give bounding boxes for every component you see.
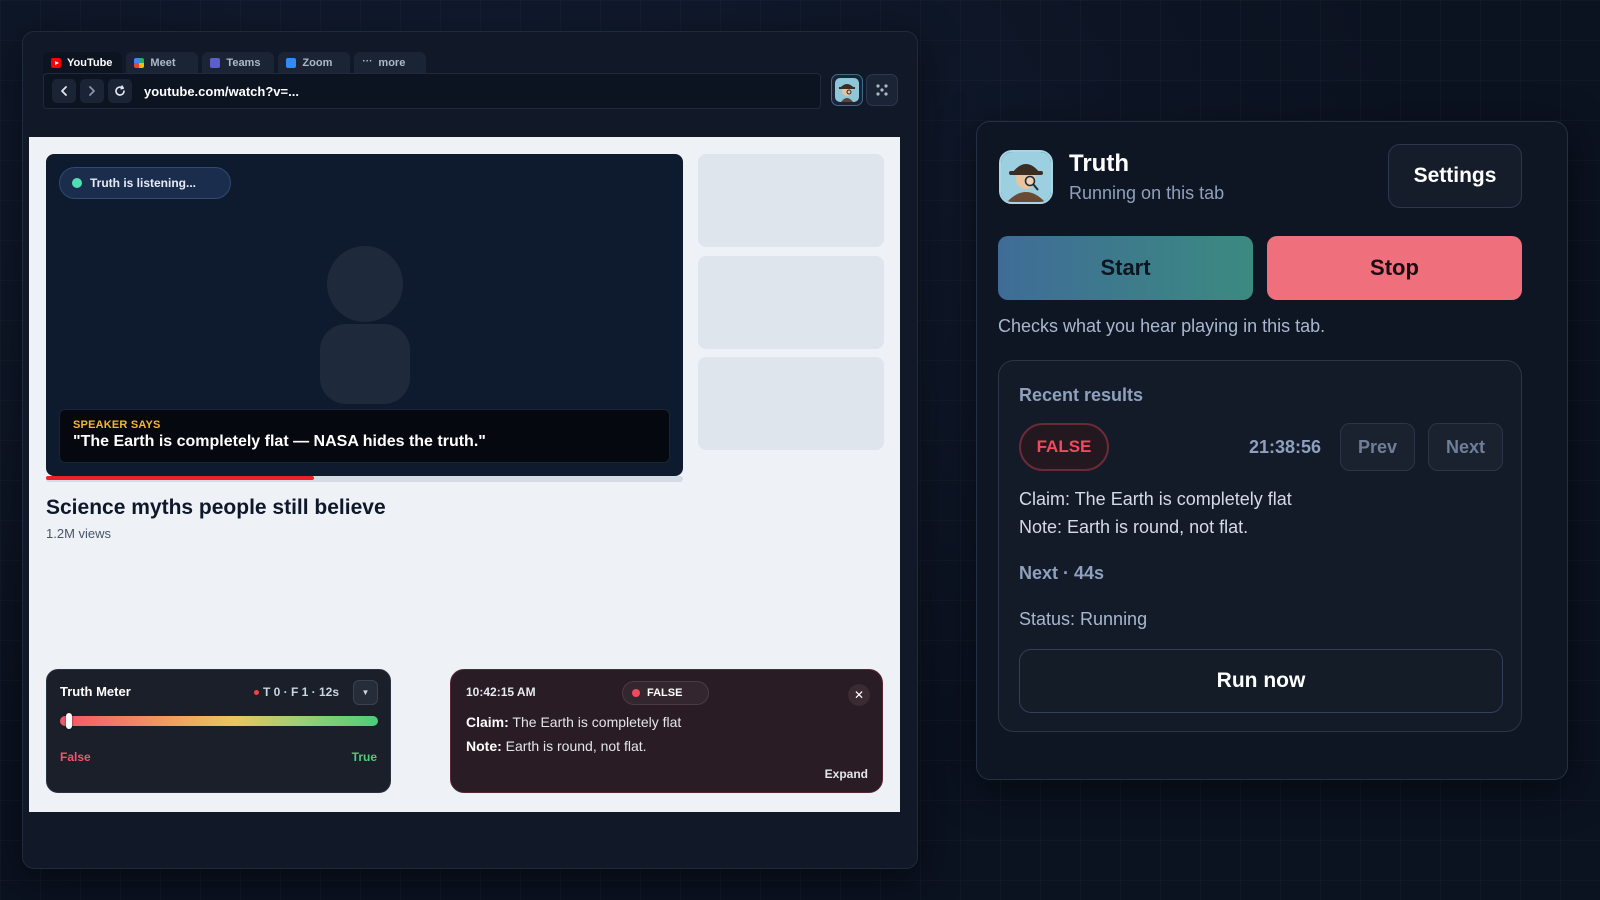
recent-results-card: Recent results FALSE 21:38:56 Prev Next … [998, 360, 1522, 732]
video-views: 1.2M views [46, 526, 112, 541]
meter-true-label: True [351, 750, 377, 764]
note-label: Note: [466, 738, 502, 754]
truth-meter: Truth Meter T 0 · F 1 · 12s ▼ False True [46, 669, 391, 793]
detective-avatar-art [1001, 152, 1051, 202]
truth-meter-gradient [60, 716, 378, 726]
caption-label: SPEAKER SAYS [73, 419, 161, 431]
forward-arrow-icon [89, 86, 95, 96]
listening-pill: Truth is listening... [59, 167, 231, 199]
result-note: Note: Earth is round, not flat. [1019, 517, 1249, 537]
claim-text: The Earth is completely flat [508, 714, 682, 730]
speaker-silhouette-head [327, 246, 403, 322]
stop-button[interactable]: Stop [1267, 236, 1522, 300]
address-bar[interactable]: youtube.com/watch?v=... [144, 84, 299, 99]
recent-results-title: Recent results [1019, 385, 1144, 405]
close-button[interactable]: ✕ [848, 684, 870, 706]
tab-label: YouTube [67, 57, 113, 69]
browser-toolbar: youtube.com/watch?v=... [43, 73, 821, 109]
teams-icon [210, 58, 221, 68]
result-claim: Claim: The Earth is completely flat [1019, 489, 1292, 509]
video-progress-fill [46, 476, 314, 480]
meter-false-label: False [60, 750, 91, 764]
run-status: Status: Running [1019, 609, 1148, 629]
verdict-dot-icon [632, 689, 640, 697]
meet-icon [134, 58, 145, 68]
extensions-icon [876, 84, 888, 96]
fact-check-note: Note: Earth is round, not flat. [466, 738, 647, 754]
start-button[interactable]: Start [998, 236, 1253, 300]
verdict-label: FALSE [647, 687, 683, 699]
detective-avatar-icon [835, 78, 859, 102]
truth-extension-button[interactable] [831, 74, 863, 106]
video-title: Science myths people still believe [46, 496, 386, 519]
tab-label: Teams [226, 57, 261, 69]
video-progress-bar[interactable] [46, 476, 683, 482]
caption-box: SPEAKER SAYS "The Earth is completely fl… [59, 409, 670, 463]
youtube-icon [51, 58, 61, 68]
video-player[interactable]: Truth is listening... SPEAKER SAYS "The … [46, 154, 683, 476]
more-icon: ··· [362, 56, 373, 67]
result-timestamp: 21:38:56 [1249, 437, 1322, 457]
chevron-down-icon: ▼ [361, 688, 370, 697]
recommendation-placeholder[interactable] [698, 256, 884, 349]
fact-check-time: 10:42:15 AM [466, 685, 536, 699]
fact-check-card: 10:42:15 AM FALSE ✕ Claim: The Earth is … [450, 669, 883, 793]
recommendation-placeholder[interactable] [698, 154, 884, 247]
settings-button[interactable]: Settings [1388, 144, 1522, 208]
listening-dot-icon [72, 178, 82, 188]
truth-extension-panel: Truth Running on this tab Settings Start… [976, 121, 1568, 780]
claim-label: Claim: [466, 714, 509, 730]
extension-description: Checks what you hear playing in this tab… [998, 316, 1326, 336]
verdict-badge: FALSE [622, 681, 709, 705]
listening-label: Truth is listening... [90, 176, 197, 190]
tab-teams[interactable]: Teams [202, 52, 275, 74]
browser-window: YouTube Meet Teams Zoom ··· more youtube… [22, 31, 918, 869]
tab-strip: YouTube Meet Teams Zoom ··· more [43, 52, 427, 74]
truth-meter-title: Truth Meter [60, 684, 131, 699]
reload-icon [115, 85, 125, 96]
result-verdict-badge: FALSE [1019, 423, 1109, 471]
reload-button[interactable] [108, 79, 132, 103]
expand-link[interactable]: Expand [825, 767, 868, 781]
back-arrow-icon [61, 86, 67, 96]
tab-label: more [378, 57, 406, 69]
extension-subtitle: Running on this tab [1069, 183, 1225, 203]
tab-label: Zoom [302, 57, 333, 69]
forward-button[interactable] [80, 79, 104, 103]
meter-collapse-button[interactable]: ▼ [353, 680, 378, 705]
back-button[interactable] [52, 79, 76, 103]
next-result-button[interactable]: Next [1428, 423, 1503, 471]
note-text: Earth is round, not flat. [501, 738, 647, 754]
truth-meter-stats-text: T 0 · F 1 · 12s [263, 685, 340, 699]
tab-zoom[interactable]: Zoom [278, 52, 351, 74]
web-page: Truth is listening... SPEAKER SAYS "The … [29, 137, 900, 812]
extension-name: Truth [1069, 150, 1129, 177]
close-icon: ✕ [853, 688, 865, 702]
tab-more[interactable]: ··· more [354, 52, 427, 74]
run-now-button[interactable]: Run now [1019, 649, 1503, 713]
prev-result-button[interactable]: Prev [1340, 423, 1415, 471]
recommendation-placeholder[interactable] [698, 357, 884, 450]
detective-avatar-icon [999, 150, 1053, 204]
caption-text: "The Earth is completely flat — NASA hid… [73, 433, 486, 450]
truth-meter-stats: T 0 · F 1 · 12s [254, 685, 339, 699]
next-check-countdown: Next · 44s [1019, 563, 1105, 583]
tab-label: Meet [150, 57, 176, 69]
fact-check-claim: Claim: The Earth is completely flat [466, 714, 681, 730]
tab-meet[interactable]: Meet [126, 52, 199, 74]
extensions-button[interactable] [866, 74, 898, 106]
status-dot-icon [254, 689, 259, 695]
tab-youtube[interactable]: YouTube [43, 52, 123, 74]
truth-meter-thumb [66, 713, 73, 729]
speaker-silhouette-body [320, 324, 410, 404]
zoom-icon [286, 58, 297, 68]
